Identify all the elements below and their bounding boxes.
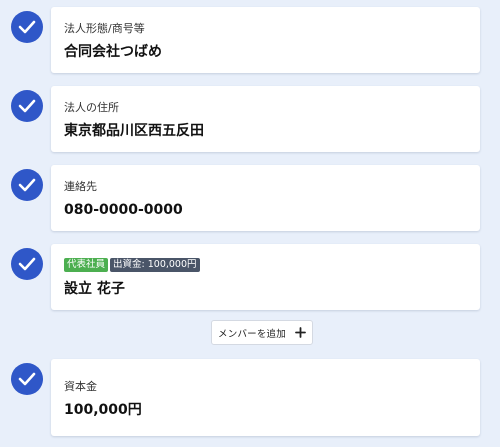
field-value: 080-0000-0000	[64, 202, 183, 218]
company-name-card[interactable]: 法人形態/商号等 合同会社つばめ	[51, 7, 480, 73]
investment-badge: 出資金: 100,000円	[110, 258, 200, 272]
member-card[interactable]: 代表社員 出資金: 100,000円 設立 花子	[51, 244, 480, 310]
address-card[interactable]: 法人の住所 東京都品川区西五反田	[51, 86, 480, 152]
add-member-button[interactable]: メンバーを追加	[211, 320, 313, 345]
member-badges: 代表社員 出資金: 100,000円	[64, 258, 200, 272]
field-label: 資本金	[64, 380, 97, 393]
field-label: 法人形態/商号等	[64, 22, 145, 35]
contact-card[interactable]: 連絡先 080-0000-0000	[51, 165, 480, 231]
completed-check-icon	[11, 248, 43, 280]
field-value: 100,000円	[64, 402, 142, 418]
completed-check-icon	[11, 90, 43, 122]
completed-check-icon	[11, 11, 43, 43]
role-badge: 代表社員	[64, 258, 109, 272]
field-label: 連絡先	[64, 180, 97, 193]
completed-check-icon	[11, 363, 43, 395]
add-member-label: メンバーを追加	[218, 328, 286, 340]
field-label: 法人の住所	[64, 101, 119, 114]
completed-check-icon	[11, 169, 43, 201]
capital-card[interactable]: 資本金 100,000円	[51, 359, 480, 436]
field-value: 東京都品川区西五反田	[64, 123, 204, 139]
member-name: 設立 花子	[64, 281, 125, 297]
plus-icon	[295, 323, 306, 342]
field-value: 合同会社つばめ	[64, 44, 162, 60]
